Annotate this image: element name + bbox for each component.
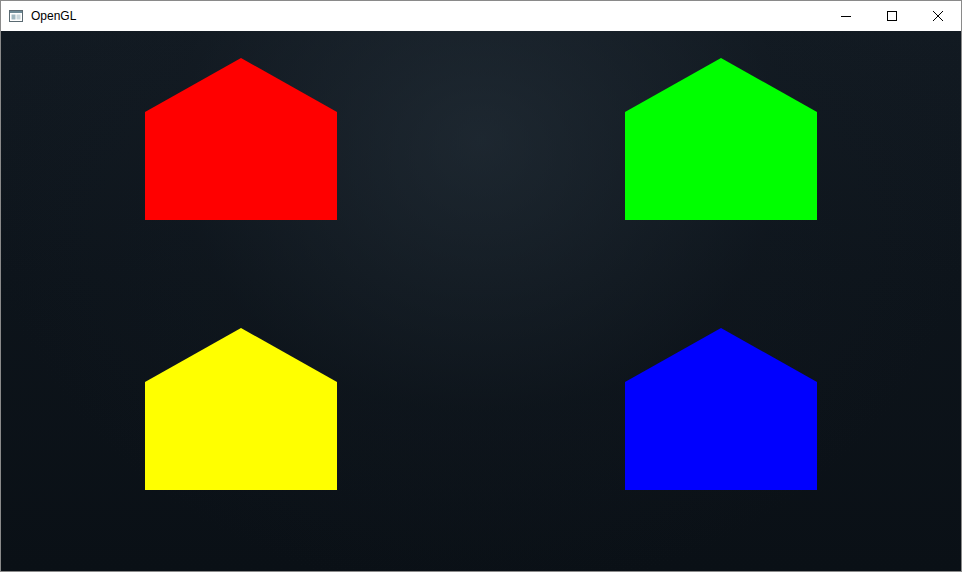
scene [1,31,961,571]
house-shape [625,328,817,490]
render-viewport[interactable] [1,31,961,571]
close-icon [933,11,943,21]
app-icon[interactable] [8,8,24,24]
window-controls [823,1,961,31]
window-title: OpenGL [31,9,823,23]
maximize-icon [887,11,897,21]
house-shape [625,58,817,220]
minimize-icon [841,11,851,21]
house-shape [145,58,337,220]
maximize-button[interactable] [869,1,915,31]
house-shape [145,328,337,490]
close-button[interactable] [915,1,961,31]
opengl-window: OpenGL [0,0,962,572]
minimize-button[interactable] [823,1,869,31]
title-bar[interactable]: OpenGL [1,1,961,31]
